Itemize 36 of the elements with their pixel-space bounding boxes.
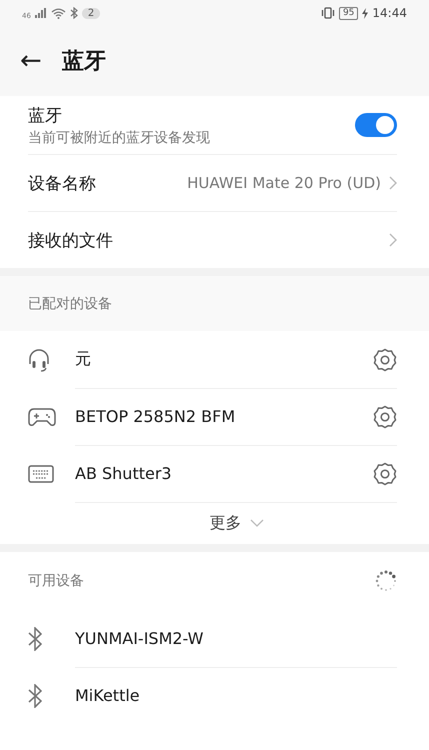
more-button[interactable]: 更多 xyxy=(0,502,429,544)
wifi-icon xyxy=(50,8,66,18)
bluetooth-icon xyxy=(70,7,78,19)
notification-count: 2 xyxy=(82,8,100,18)
settings-icon[interactable] xyxy=(373,348,397,372)
setting-description: 当前可被附近的蓝牙设备发现 xyxy=(28,128,210,146)
signal-icon xyxy=(34,8,47,18)
settings-icon[interactable] xyxy=(373,404,397,428)
loading-spinner-icon xyxy=(375,570,397,592)
chevron-icon xyxy=(389,176,397,190)
vibrate-icon xyxy=(320,7,335,19)
toggle-switch[interactable] xyxy=(355,113,397,137)
clock: 14:44 xyxy=(372,6,407,20)
section-title: 已配对的设备 xyxy=(28,294,112,312)
keyboard-icon xyxy=(28,464,54,482)
setting-label[interactable]: 设备名称 xyxy=(28,172,96,194)
device-name[interactable]: BETOP 2585N2 BFM xyxy=(75,407,373,426)
device-name[interactable]: AB Shutter3 xyxy=(75,464,373,483)
page-title: 蓝牙 xyxy=(62,48,106,76)
setting-value: HUAWEI Mate 20 Pro (UD) xyxy=(187,174,381,192)
chevron-icon xyxy=(389,233,397,247)
setting-label: 蓝牙 xyxy=(28,104,63,126)
setting-label[interactable]: 接收的文件 xyxy=(28,228,113,252)
caret-icon xyxy=(250,519,264,527)
bluetooth-icon xyxy=(28,684,42,708)
settings-icon[interactable] xyxy=(373,462,397,486)
device-name[interactable]: 元 xyxy=(75,349,373,370)
gamepad-icon xyxy=(28,406,56,426)
charging-icon xyxy=(362,8,368,18)
section-title: 可用设备 xyxy=(28,572,84,590)
battery-level: 95 xyxy=(338,6,358,20)
back-button[interactable]: ← xyxy=(20,46,42,76)
headphones-icon xyxy=(28,348,50,372)
device-name[interactable]: YUNMAI-ISM2-W xyxy=(75,629,397,648)
bluetooth-icon xyxy=(28,626,42,650)
device-name[interactable]: MiKettle xyxy=(75,686,397,705)
